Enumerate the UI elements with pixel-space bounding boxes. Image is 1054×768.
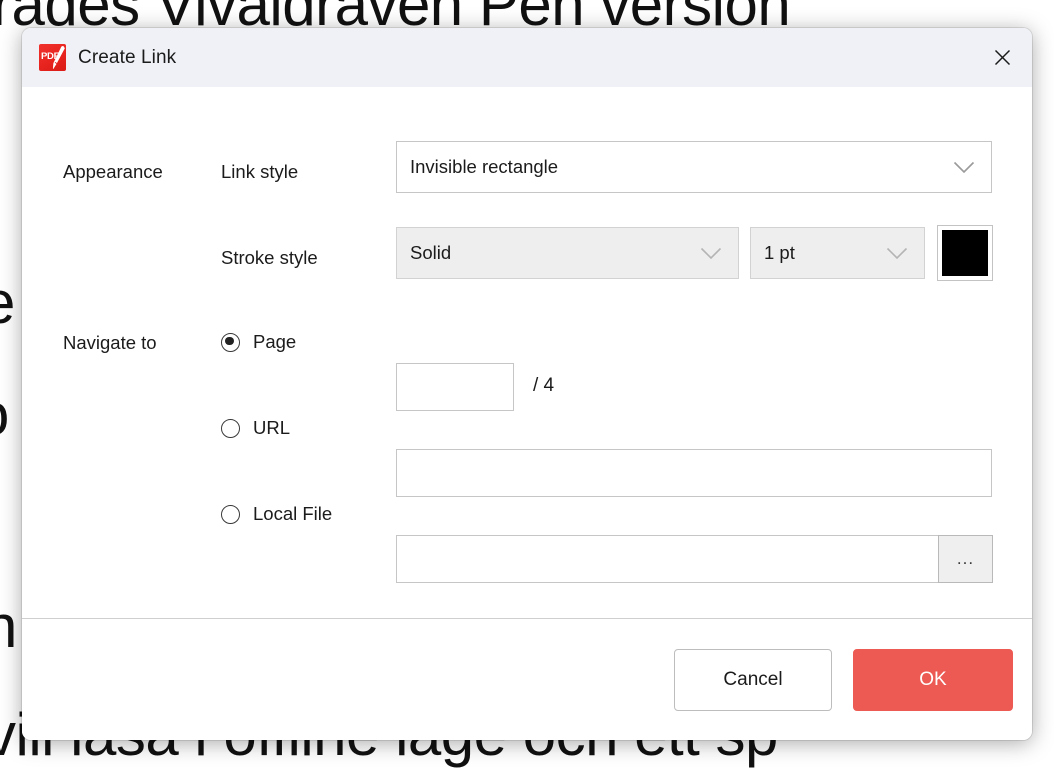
dialog-footer: Cancel OK bbox=[22, 619, 1032, 740]
dialog-title: Create Link bbox=[78, 46, 177, 68]
stroke-color-swatch[interactable] bbox=[937, 225, 993, 281]
url-input[interactable] bbox=[396, 449, 992, 497]
chevron-down-icon bbox=[886, 247, 924, 260]
radio-option-page[interactable]: Page bbox=[221, 331, 296, 353]
cancel-button[interactable]: Cancel bbox=[674, 648, 832, 711]
appearance-group-label: Appearance bbox=[63, 161, 163, 182]
link-style-label-row: Link style bbox=[221, 161, 298, 183]
radio-local-file-indicator bbox=[221, 504, 240, 524]
navigate-to-group-label-row: Navigate to bbox=[63, 332, 157, 354]
stroke-width-value: 1 pt bbox=[764, 242, 795, 263]
navigate-to-group-label: Navigate to bbox=[63, 332, 157, 353]
page-total-label: / 4 bbox=[533, 375, 555, 396]
appearance-group-label-row: Appearance bbox=[63, 161, 163, 183]
stroke-style-dropdown[interactable]: Solid bbox=[396, 227, 739, 279]
dialog-title-bar: PDF Create Link bbox=[22, 28, 1032, 87]
stroke-style-label: Stroke style bbox=[221, 247, 318, 268]
stroke-width-dropdown[interactable]: 1 pt bbox=[750, 227, 925, 279]
link-style-label: Link style bbox=[221, 161, 299, 182]
radio-option-url[interactable]: URL bbox=[221, 417, 290, 439]
browse-file-button[interactable]: ... bbox=[938, 535, 993, 583]
background-text-line: o bbox=[0, 380, 9, 449]
close-icon[interactable] bbox=[980, 36, 1024, 78]
link-style-dropdown[interactable]: Invisible rectangle bbox=[396, 141, 992, 193]
local-file-input[interactable] bbox=[396, 535, 939, 583]
stroke-color-fill bbox=[942, 230, 988, 276]
dialog-body: Appearance Link style Invisible rectangl… bbox=[22, 87, 1032, 740]
link-style-value: Invisible rectangle bbox=[410, 156, 559, 177]
radio-page-indicator bbox=[221, 332, 240, 352]
radio-option-local-file[interactable]: Local File bbox=[221, 503, 332, 525]
close-glyph bbox=[994, 49, 1010, 65]
chevron-down-icon bbox=[953, 161, 991, 174]
page-number-input[interactable] bbox=[396, 363, 514, 411]
create-link-dialog: PDF Create Link Appearance Link style In… bbox=[22, 28, 1032, 740]
radio-local-file-label: Local File bbox=[253, 503, 333, 524]
pdf-app-icon: PDF bbox=[39, 44, 66, 71]
pen-icon bbox=[52, 45, 65, 69]
stroke-style-value: Solid bbox=[410, 242, 452, 263]
radio-url-indicator bbox=[221, 418, 240, 438]
ok-button[interactable]: OK bbox=[853, 648, 1013, 711]
stroke-style-label-row: Stroke style bbox=[221, 247, 318, 269]
radio-page-label: Page bbox=[253, 331, 297, 352]
chevron-down-icon bbox=[700, 247, 738, 260]
radio-url-label: URL bbox=[253, 417, 291, 438]
